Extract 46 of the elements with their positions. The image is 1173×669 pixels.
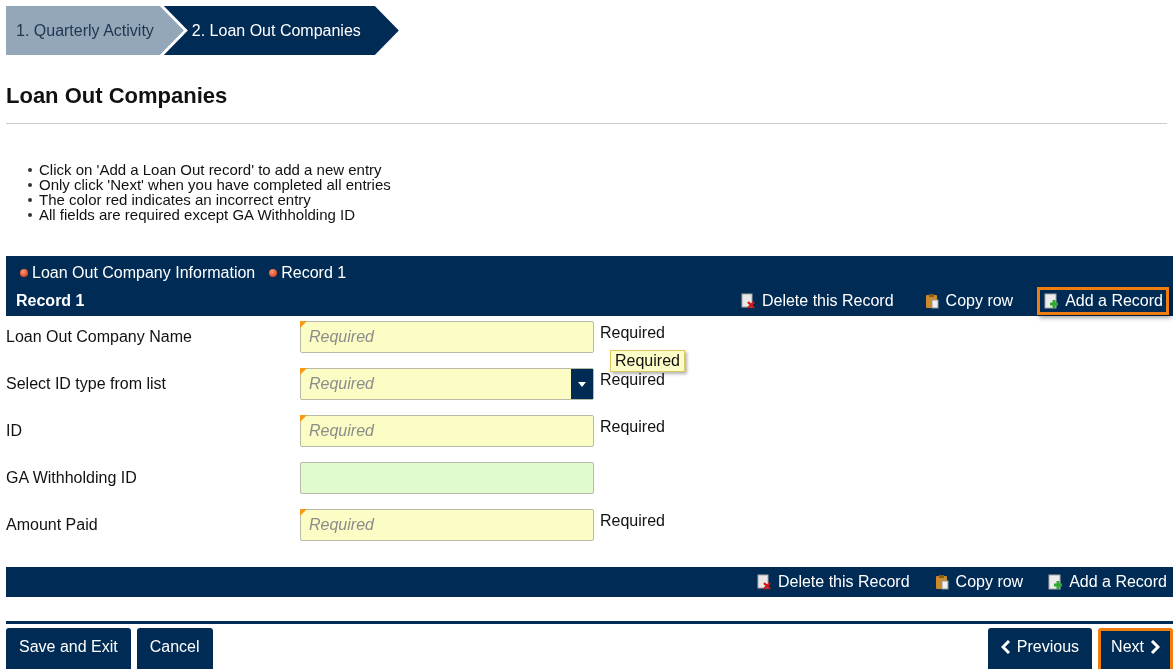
delete-icon: [739, 293, 756, 309]
input-field[interactable]: Required: [300, 415, 594, 447]
delete-record-link[interactable]: Delete this Record: [733, 287, 900, 315]
delete-icon: [755, 574, 772, 590]
input-field[interactable]: Required: [300, 509, 594, 541]
add-document-icon: [1047, 574, 1064, 590]
copy-row-link[interactable]: Copy row: [927, 568, 1030, 596]
status-dot-icon: [269, 269, 278, 277]
chevron-left-icon: [1000, 640, 1011, 654]
add-document-icon: [1043, 293, 1060, 309]
bullet-icon: [28, 182, 32, 187]
add-record-link[interactable]: Add a Record: [1037, 287, 1169, 315]
add-record-link[interactable]: Add a Record: [1041, 568, 1173, 596]
required-note: Required: [600, 371, 665, 389]
input-field[interactable]: [300, 462, 594, 494]
clipboard-icon: [923, 293, 940, 309]
required-note: Required: [600, 324, 665, 342]
save-exit-button[interactable]: Save and Exit: [6, 628, 131, 669]
copy-row-link[interactable]: Copy row: [917, 287, 1020, 315]
previous-button[interactable]: Previous: [987, 628, 1093, 669]
required-note: Required: [600, 418, 665, 436]
bullet-icon: [28, 197, 32, 202]
record-title: Record 1: [16, 292, 85, 310]
input-field[interactable]: Required: [300, 321, 594, 353]
page-heading: Loan Out Companies: [6, 83, 229, 109]
cancel-button[interactable]: Cancel: [136, 628, 213, 669]
wizard-step[interactable]: 1. Quarterly Activity: [6, 6, 188, 55]
tooltip: Required: [610, 350, 685, 372]
breadcrumb-item[interactable]: Record 1: [281, 264, 347, 282]
dropdown-arrow-icon: [578, 381, 586, 387]
field-label: Amount Paid: [6, 516, 99, 534]
wizard-step[interactable]: 2. Loan Out Companies: [187, 6, 399, 55]
field-label: GA Withholding ID: [6, 469, 138, 487]
chevron-right-icon: [1150, 640, 1160, 654]
next-button[interactable]: Next: [1098, 628, 1173, 669]
field-label: ID: [6, 422, 23, 440]
field-label: Select ID type from list: [6, 375, 168, 393]
delete-record-link[interactable]: Delete this Record: [749, 568, 916, 596]
bullet-icon: [28, 212, 32, 217]
breadcrumb-item[interactable]: Loan Out Company Information: [32, 264, 256, 282]
field-label: Loan Out Company Name: [6, 328, 193, 346]
clipboard-icon: [933, 574, 950, 590]
instruction-text: All fields are required except GA Withholding ID: [39, 207, 355, 222]
bullet-icon: [28, 167, 32, 172]
required-note: Required: [600, 512, 665, 530]
status-dot-icon: [20, 269, 28, 277]
